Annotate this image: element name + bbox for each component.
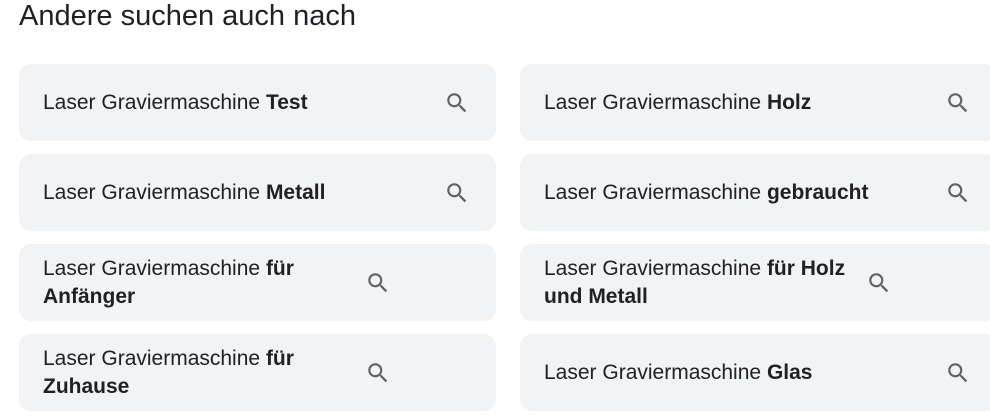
related-search-label: Laser Graviermaschine Holz — [544, 90, 812, 114]
related-search-fuer-anfaenger[interactable]: Laser Graviermaschine für Anfänger — [19, 244, 496, 321]
search-icon — [948, 92, 968, 112]
related-search-label: Laser Graviermaschine für Holz und Metal… — [544, 256, 846, 308]
related-search-glas[interactable]: Laser Graviermaschine Glas — [520, 334, 990, 411]
search-icon — [948, 182, 968, 202]
search-icon — [368, 272, 388, 292]
search-icon — [869, 272, 889, 292]
search-icon — [368, 362, 388, 382]
search-icon — [948, 362, 968, 382]
related-search-label: Laser Graviermaschine für Anfänger — [43, 256, 294, 308]
section-title: Andere suchen auch nach — [19, 0, 356, 32]
related-search-fuer-holz-und-metall[interactable]: Laser Graviermaschine für Holz und Metal… — [520, 244, 990, 321]
related-search-fuer-zuhause[interactable]: Laser Graviermaschine für Zuhause — [19, 334, 496, 411]
related-search-label: Laser Graviermaschine Glas — [544, 360, 813, 384]
related-searches-grid: Laser Graviermaschine Test Laser Gravier… — [19, 64, 990, 411]
related-search-label: Laser Graviermaschine gebraucht — [544, 180, 869, 204]
related-search-metall[interactable]: Laser Graviermaschine Metall — [19, 154, 496, 231]
related-search-label: Laser Graviermaschine Test — [43, 90, 308, 114]
related-search-test[interactable]: Laser Graviermaschine Test — [19, 64, 496, 141]
related-search-gebraucht[interactable]: Laser Graviermaschine gebraucht — [520, 154, 990, 231]
related-search-label: Laser Graviermaschine für Zuhause — [43, 346, 294, 398]
related-search-holz[interactable]: Laser Graviermaschine Holz — [520, 64, 990, 141]
related-search-label: Laser Graviermaschine Metall — [43, 180, 326, 204]
search-icon — [447, 92, 467, 112]
search-icon — [447, 182, 467, 202]
